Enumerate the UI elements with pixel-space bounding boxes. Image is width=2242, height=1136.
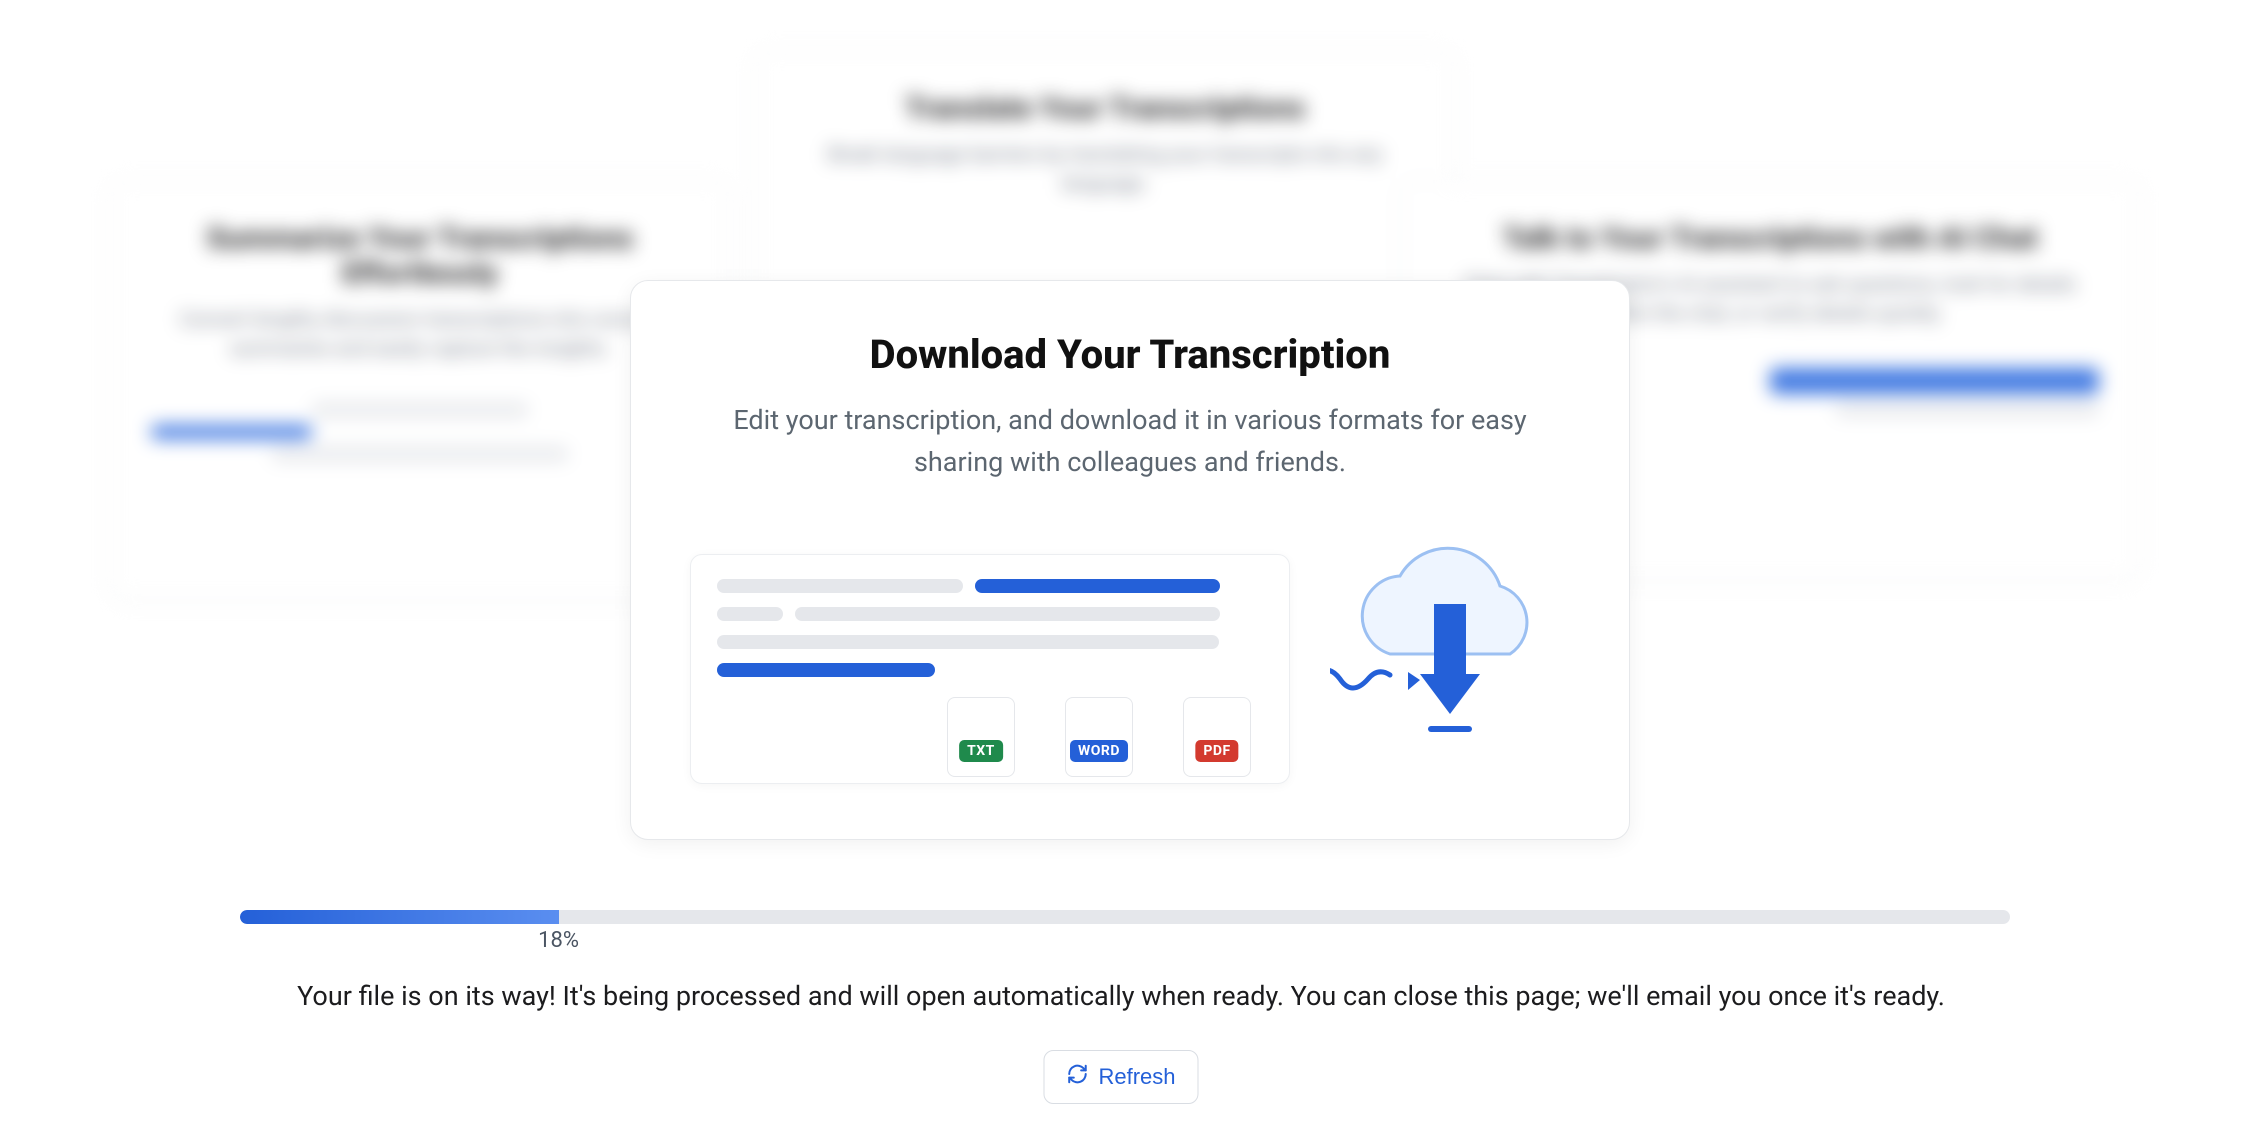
document-preview-panel: TXT WORD PDF [690, 554, 1290, 784]
format-label: PDF [1195, 740, 1238, 762]
format-badge-txt: TXT [947, 697, 1015, 777]
card-title: Download Your Transcription [870, 331, 1391, 378]
refresh-button[interactable]: Refresh [1043, 1050, 1198, 1104]
bg-card-title: Translate Your Transcriptions [796, 91, 1414, 126]
format-badge-word: WORD [1065, 697, 1133, 777]
progress-percent-label: 18% [538, 928, 579, 953]
download-illustration: TXT WORD PDF [690, 524, 1570, 799]
format-label: TXT [959, 740, 1003, 762]
bg-card-title: Summarize Your Transcriptions Effortless… [151, 221, 689, 291]
processing-status-text: Your file is on its way! It's being proc… [0, 980, 2242, 1012]
format-label: WORD [1070, 740, 1128, 762]
card-subtitle: Edit your transcription, and download it… [691, 400, 1569, 484]
processing-progress: 18% [240, 910, 2010, 924]
bg-card-title: Talk to Your Transcriptions with AI Chat [1441, 221, 2099, 256]
bg-card-desc: Convert lengthy discussion transcription… [151, 305, 689, 363]
progress-fill [240, 910, 559, 924]
download-transcription-card: Download Your Transcription Edit your tr… [630, 280, 1630, 840]
cloud-download-icon [1330, 534, 1570, 774]
progress-track [240, 910, 2010, 924]
refresh-button-label: Refresh [1098, 1064, 1175, 1090]
format-badge-pdf: PDF [1183, 697, 1251, 777]
bg-card-desc: Break language barriers by translating y… [796, 140, 1414, 198]
refresh-icon [1066, 1063, 1088, 1091]
